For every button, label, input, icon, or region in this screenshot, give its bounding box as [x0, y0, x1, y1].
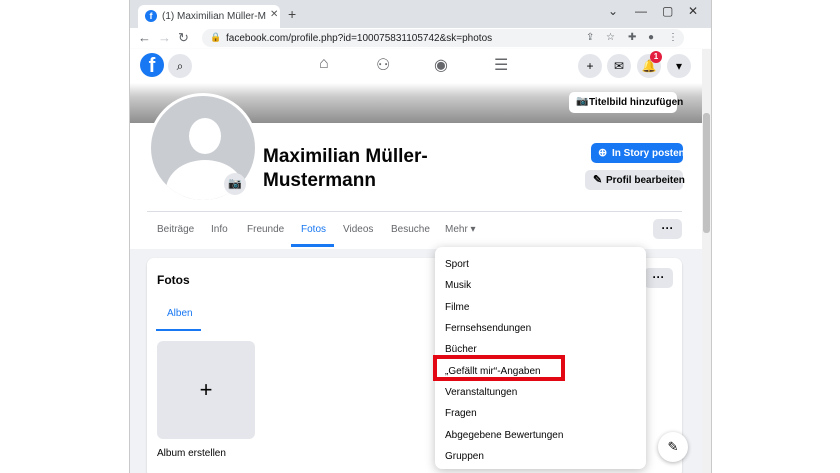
browser-window: f (1) Maximilian Müller-Mustermann ✕ + ⌄… — [129, 0, 712, 473]
facebook-favicon-icon: f — [145, 10, 157, 22]
camera-icon: 📷 — [576, 96, 589, 107]
back-arrow-icon[interactable]: ← — [138, 30, 151, 45]
add-cover-photo-label: Titelbild hinzufügen — [589, 97, 684, 108]
active-tab-underline — [291, 244, 334, 247]
menu-item-veranstaltungen[interactable]: Veranstaltungen — [445, 387, 517, 398]
browser-toolbar: ← → ↻ 🔒 facebook.com/profile.php?id=1000… — [130, 28, 711, 49]
profile-more-button[interactable]: ··· — [653, 219, 682, 239]
tab-info[interactable]: Info — [211, 224, 228, 235]
menu-item-sport[interactable]: Sport — [445, 259, 469, 270]
page-scrollbar[interactable] — [702, 49, 711, 473]
browser-tab-bar: f (1) Maximilian Müller-Mustermann ✕ + ⌄… — [130, 0, 711, 28]
tab-beitraege[interactable]: Beiträge — [157, 224, 194, 235]
profile-icon[interactable]: ● — [648, 32, 654, 43]
menu-item-fragen[interactable]: Fragen — [445, 408, 477, 419]
search-icon[interactable]: ⌕ — [168, 54, 192, 78]
menu-hamburger-icon[interactable]: ☰ — [494, 55, 508, 75]
new-message-icon[interactable]: ✎ — [658, 432, 688, 462]
avatar-camera-icon[interactable]: 📷 — [224, 173, 246, 195]
tab-alben[interactable]: Alben — [167, 308, 193, 319]
messenger-icon[interactable]: ✉ — [607, 54, 631, 78]
menu-item-bewertungen[interactable]: Abgegebene Bewertungen — [445, 430, 563, 441]
create-album-tile[interactable]: + — [157, 341, 255, 439]
plus-circle-icon: ⊕ — [598, 147, 608, 159]
new-tab-button[interactable]: + — [288, 6, 296, 22]
maximize-button[interactable]: ▢ — [662, 4, 673, 18]
profile-divider — [147, 211, 682, 212]
tab-mehr[interactable]: Mehr ▾ — [445, 224, 476, 235]
tab-search-icon[interactable]: ⌄ — [608, 4, 618, 18]
reload-icon[interactable]: ↻ — [178, 30, 189, 46]
minimize-button[interactable]: — — [635, 4, 647, 18]
add-to-story-button[interactable]: ⊕ In Story posten — [591, 143, 685, 163]
tab-freunde[interactable]: Freunde — [247, 224, 284, 235]
facebook-header: f ⌕ ⌂ ⚇ ◉ ☰ + ✉ 🔔 1 ▾ — [130, 49, 711, 83]
profile-header: 📷 Titelbild hinzufügen 📷 Maximilian Müll… — [130, 83, 711, 249]
browser-tab[interactable]: f (1) Maximilian Müller-Mustermann ✕ — [138, 5, 280, 28]
edit-profile-label: Profil bearbeiten — [606, 175, 685, 186]
menu-item-gruppen[interactable]: Gruppen — [445, 451, 484, 462]
tab-videos[interactable]: Videos — [343, 224, 373, 235]
add-cover-photo-button[interactable]: 📷 Titelbild hinzufügen — [569, 92, 683, 113]
create-plus-icon[interactable]: + — [578, 54, 602, 78]
extensions-icon[interactable]: ✚ — [628, 32, 636, 43]
share-icon[interactable]: ⇪ — [586, 32, 594, 43]
menu-item-filme[interactable]: Filme — [445, 302, 469, 313]
tab-besuche[interactable]: Besuche — [391, 224, 430, 235]
menu-kebab-icon[interactable]: ⋮ — [668, 32, 678, 43]
groups-icon[interactable]: ◉ — [434, 55, 448, 75]
create-album-label[interactable]: Album erstellen — [157, 448, 226, 459]
browser-tab-title: (1) Maximilian Müller-Mustermann — [162, 11, 266, 22]
url-text: facebook.com/profile.php?id=100075831105… — [226, 33, 493, 44]
tab-close-icon[interactable]: ✕ — [270, 9, 278, 20]
menu-item-fernsehsendungen[interactable]: Fernsehsendungen — [445, 323, 531, 334]
menu-item-buecher[interactable]: Bücher — [445, 344, 477, 355]
photos-card-title: Fotos — [157, 273, 190, 287]
forward-arrow-icon[interactable]: → — [158, 30, 171, 45]
bookmark-star-icon[interactable]: ☆ — [606, 32, 615, 43]
red-highlight-box — [433, 355, 565, 381]
avatar-head-silhouette — [189, 118, 221, 154]
friends-icon[interactable]: ⚇ — [376, 55, 390, 75]
profile-name: Maximilian Müller-Mustermann — [263, 146, 428, 191]
scrollbar-thumb[interactable] — [703, 113, 710, 233]
add-to-story-label: In Story posten — [612, 148, 685, 159]
facebook-logo[interactable]: f — [140, 53, 164, 77]
tab-fotos[interactable]: Fotos — [301, 224, 326, 235]
pencil-icon: ✎ — [593, 174, 603, 186]
notification-badge: 1 — [650, 51, 662, 63]
edit-profile-button[interactable]: ✎ Profil bearbeiten — [585, 170, 685, 190]
photos-more-button[interactable]: ··· — [644, 268, 673, 288]
home-icon[interactable]: ⌂ — [319, 55, 329, 73]
account-chevron-icon[interactable]: ▾ — [667, 54, 691, 78]
lock-icon: 🔒 — [210, 32, 222, 42]
close-window-button[interactable]: ✕ — [688, 4, 698, 18]
menu-item-musik[interactable]: Musik — [445, 280, 471, 291]
alben-tab-underline — [156, 329, 201, 331]
address-bar[interactable]: 🔒 facebook.com/profile.php?id=1000758311… — [202, 29, 684, 47]
